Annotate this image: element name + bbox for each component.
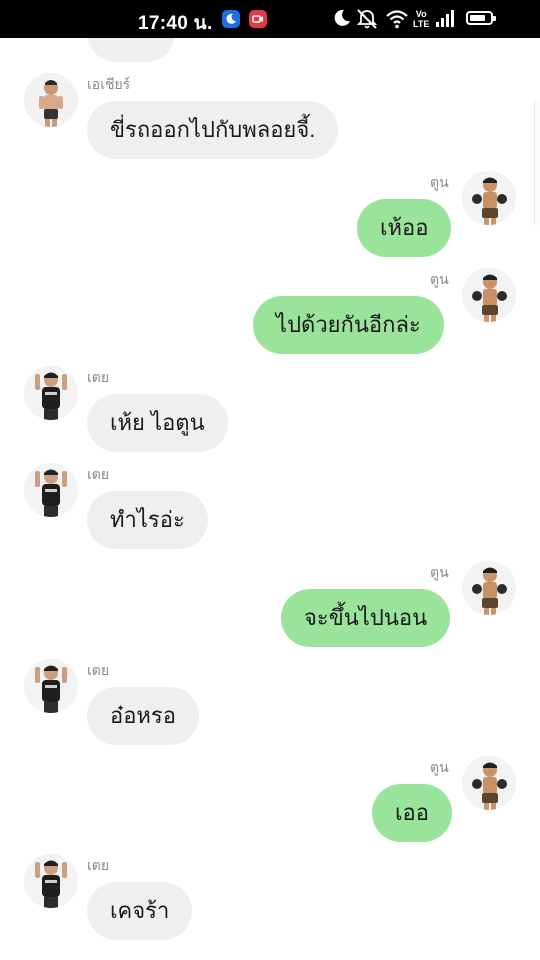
message-bubble[interactable]: เคจร้า [87,882,193,940]
wifi-icon [385,8,409,30]
status-bar: 17:40 น. Vo LTE [0,0,540,38]
sender-name: ตูน [430,174,449,190]
mute-icon [355,8,379,30]
message-bubble[interactable]: เห้ย ไอตูน [87,394,228,452]
do-not-disturb-icon [333,8,351,30]
message-bubble[interactable]: จะขึ้นไปนอน [281,589,451,647]
message-text: เออ [395,800,429,825]
volte-indicator: Vo LTE [413,9,429,29]
message-text: ทำไรอ่ะ [110,507,185,532]
screen-record-icon [249,10,267,28]
message-bubble[interactable]: เออ [372,784,452,842]
avatar[interactable] [24,366,78,420]
avatar[interactable] [24,854,78,908]
avatar[interactable] [24,463,78,517]
sender-name: เตย [87,857,110,873]
signal-icon [434,8,458,30]
sender-name: เอเชียร์ [87,76,131,92]
message-text: เห้ออ [380,215,429,240]
sender-name: เตย [87,369,110,385]
message-text: เห้ย ไอตูน [110,410,205,435]
message-bubble[interactable]: ไปด้วยกันอีกล่ะ [253,296,444,354]
side-panel-edge [534,100,540,225]
sender-name: เตย [87,662,110,678]
message-bubble[interactable]: ขี่รถออกไปกับพลอยจี้. [87,101,339,159]
avatar[interactable] [462,561,516,615]
sender-name: ตูน [430,564,449,580]
avatar[interactable] [462,171,516,225]
message-text: ขี่รถออกไปกับพลอยจี้. [110,117,316,142]
status-time: 17:40 น. [138,13,213,34]
chat-thread[interactable]: เอเชียร์ ขี่รถออกไปกับพลอยจี้. ตูน เห้ออ [0,0,540,960]
message-text: ไปด้วยกันอีกล่ะ [276,312,421,337]
battery-nub [493,16,496,21]
battery-level [470,15,485,21]
sender-name: ตูน [430,759,449,775]
avatar[interactable] [24,659,78,713]
volte-line-1: Vo [415,9,427,19]
battery-icon [466,11,496,25]
avatar[interactable] [462,268,516,322]
message-text: เคจร้า [110,898,170,923]
message-text: จะขึ้นไปนอน [304,605,428,630]
message-bubble[interactable]: ทำไรอ่ะ [87,491,208,549]
sender-name: เตย [87,466,110,482]
message-bubble[interactable]: เห้ออ [357,199,452,257]
message-bubble[interactable]: อ๋อหรอ [87,687,199,745]
sender-name: ตูน [430,271,449,287]
moon-app-icon [222,10,240,28]
avatar[interactable] [24,73,78,127]
volte-line-2: LTE [413,19,430,29]
avatar[interactable] [462,756,516,810]
message-text: อ๋อหรอ [110,703,176,728]
